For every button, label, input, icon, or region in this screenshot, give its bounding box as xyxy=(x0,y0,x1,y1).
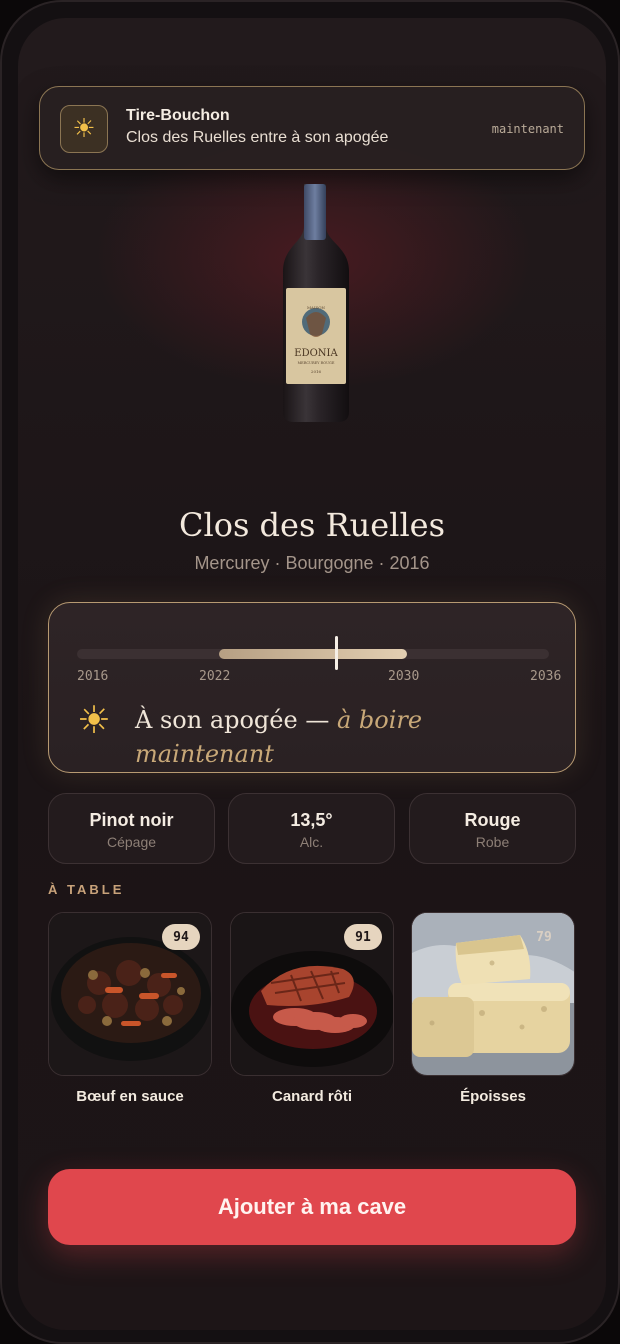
sun-icon: ☀ xyxy=(77,698,112,742)
pairing-name: Canard rôti xyxy=(271,1088,352,1105)
sun-icon: ☀ xyxy=(60,105,108,153)
maturity-status-label: À son apogée — xyxy=(135,706,330,734)
pairings-title: À TABLE xyxy=(48,882,125,897)
pairing-card-beef[interactable]: 94 Bœuf en sauce xyxy=(48,912,212,1105)
timeline-tick: 2036 xyxy=(530,669,562,684)
add-to-cellar-button[interactable]: Ajouter à ma cave xyxy=(48,1169,576,1245)
pairing-image: 79 xyxy=(411,912,575,1076)
stat-label: Robe xyxy=(475,834,510,850)
notification-message: Clos des Ruelles entre à son apogée xyxy=(126,129,389,146)
bottle-label-year: 2016 xyxy=(311,369,322,374)
maturity-card: 2016 2022 2030 2036 ☀ À son apogée — à b… xyxy=(48,602,576,773)
stat-value: 13,5° xyxy=(290,810,333,830)
notification-banner[interactable]: ☀ Tire-Bouchon Clos des Ruelles entre à … xyxy=(39,86,585,170)
wine-subtitle: Mercurey · Bourgogne · 2016 xyxy=(194,553,430,573)
bottle-label-line: MERCUREY ROUGE xyxy=(298,361,335,365)
stat-label: Cépage xyxy=(106,834,157,850)
pairing-name: Bœuf en sauce xyxy=(76,1088,184,1105)
stat-label: Alc. xyxy=(299,834,324,850)
drinking-window-bar xyxy=(218,649,408,659)
timeline-tick: 2016 xyxy=(77,669,109,684)
app-screen: ☀ Tire-Bouchon Clos des Ruelles entre à … xyxy=(18,18,606,1330)
bottle-label-top: MAISON xyxy=(307,305,326,310)
pairing-card-duck[interactable]: 91 Canard rôti xyxy=(230,912,394,1105)
wine-name: Clos des Ruelles xyxy=(178,506,446,544)
current-year-marker xyxy=(335,636,339,670)
pairing-card-cheese[interactable]: 79 Époisses xyxy=(411,912,575,1105)
timeline-tick: 2030 xyxy=(388,669,420,684)
stat-color: Rouge Robe xyxy=(409,793,576,864)
notification-time: maintenant xyxy=(491,122,564,136)
maturity-timeline xyxy=(77,636,549,670)
pairing-image: 94 xyxy=(48,912,212,1076)
stat-value: Pinot noir xyxy=(89,810,174,830)
pairing-name: Époisses xyxy=(460,1088,526,1105)
bottle-label-name: EDONIA xyxy=(294,348,338,359)
pairing-score-badge: 79 xyxy=(536,929,552,945)
stat-grape: Pinot noir Cépage xyxy=(48,793,215,864)
stat-alcohol: 13,5° Alc. xyxy=(228,793,395,864)
phone-frame: ☀ Tire-Bouchon Clos des Ruelles entre à … xyxy=(0,0,620,1344)
timeline-tick: 2022 xyxy=(199,669,231,684)
pairing-score-badge: 91 xyxy=(344,924,382,950)
maturity-status: À son apogée — à boire maintenant xyxy=(135,703,555,771)
pairing-score-badge: 94 xyxy=(162,924,200,950)
pairing-image: 91 xyxy=(230,912,394,1076)
notification-app-name: Tire-Bouchon xyxy=(126,107,230,124)
stat-value: Rouge xyxy=(464,810,521,830)
wine-bottle-image: MAISON EDONIA MERCUREY ROUGE 2016 xyxy=(283,184,349,422)
